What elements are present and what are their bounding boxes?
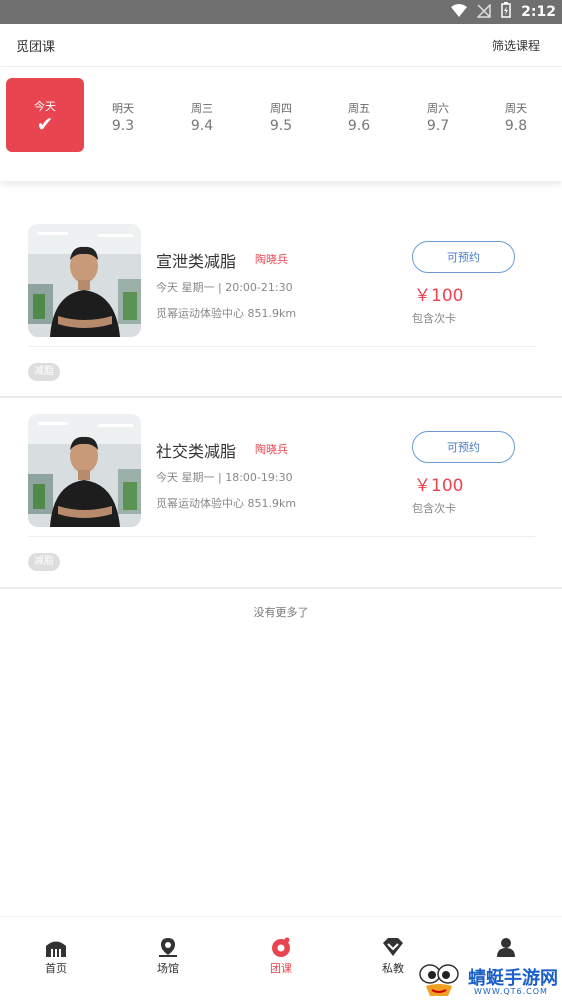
- class-venue: 觅幂运动体验中心 851.9km: [156, 497, 297, 510]
- date-label: 明天: [112, 102, 134, 115]
- date-item[interactable]: 周五 9.6: [320, 78, 398, 152]
- coach-name: 陶晓兵: [255, 443, 288, 456]
- status-bar: 2:12: [0, 0, 562, 24]
- person-icon: [476, 937, 536, 957]
- tab-label: 团课: [270, 962, 292, 975]
- status-time: 2:12: [521, 4, 556, 20]
- tab-venue[interactable]: 场馆: [138, 937, 198, 976]
- date-label: 周五: [348, 102, 370, 115]
- page-title: 觅团课: [16, 39, 56, 55]
- tab-label: 首页: [45, 962, 67, 975]
- page-header: 觅团课 筛选课程: [0, 24, 562, 67]
- class-price: ￥100: [414, 286, 464, 306]
- date-item[interactable]: 周六 9.7: [399, 78, 477, 152]
- no-signal-icon: [476, 2, 491, 22]
- tab-label: 私教: [382, 962, 404, 975]
- date-value: 9.7: [426, 118, 450, 134]
- book-button[interactable]: 可预约: [412, 431, 515, 463]
- date-value: 9.6: [347, 118, 371, 134]
- card-separator: [0, 587, 562, 589]
- date-label: 周四: [270, 102, 292, 115]
- wifi-icon: [451, 3, 468, 22]
- tab-group-class[interactable]: 团课: [251, 937, 311, 976]
- group-class-icon: [251, 937, 311, 957]
- date-item[interactable]: 周三 9.4: [163, 78, 241, 152]
- date-value: 9.5: [269, 118, 293, 134]
- date-item[interactable]: 周天 9.8: [477, 78, 555, 152]
- date-label: 周天: [505, 102, 527, 115]
- book-button[interactable]: 可预约: [412, 241, 515, 273]
- tab-label: 场馆: [157, 962, 179, 975]
- coach-name: 陶晓兵: [255, 253, 288, 266]
- tab-home[interactable]: 首页: [26, 937, 86, 976]
- price-note: 包含次卡: [412, 502, 456, 515]
- date-label: 周三: [191, 102, 213, 115]
- watermark-url: WWW.QT6.COM: [474, 987, 548, 996]
- battery-icon: [501, 2, 511, 22]
- date-item-today[interactable]: 今天 ✔: [6, 78, 84, 152]
- date-selector: 今天 ✔ 明天 9.3 周三 9.4 周四 9.5 周五 9.6 周六 9.7 …: [0, 67, 562, 181]
- class-venue: 觅幂运动体验中心 851.9km: [156, 307, 297, 320]
- dragonfly-logo-icon: [419, 964, 459, 996]
- card-separator: [0, 396, 562, 398]
- class-name: 社交类减脂: [156, 442, 237, 461]
- coach-photo: [28, 224, 141, 337]
- date-label: 周六: [427, 102, 449, 115]
- class-tag: 减脂: [28, 553, 60, 571]
- date-item[interactable]: 明天 9.3: [84, 78, 162, 152]
- no-more-text: 没有更多了: [253, 606, 309, 619]
- date-item[interactable]: 周四 9.5: [242, 78, 320, 152]
- diamond-icon: [363, 937, 423, 957]
- tab-profile[interactable]: [476, 937, 536, 960]
- coach-photo: [28, 414, 141, 527]
- divider: [28, 536, 535, 537]
- checkmark-icon: ✔: [36, 112, 54, 136]
- price-note: 包含次卡: [412, 312, 456, 325]
- home-icon: [26, 937, 86, 957]
- watermark: 蜻蜓手游网 WWW.QT6.COM: [418, 962, 562, 1000]
- tab-private-coach[interactable]: 私教: [363, 937, 423, 976]
- class-time: 今天 星期一 | 18:00-19:30: [156, 471, 293, 484]
- date-value: 9.8: [504, 118, 528, 134]
- class-price: ￥100: [414, 476, 464, 496]
- date-value: 9.4: [190, 118, 214, 134]
- class-name: 宣泄类减脂: [156, 252, 237, 271]
- class-tag: 减脂: [28, 363, 60, 381]
- class-time: 今天 星期一 | 20:00-21:30: [156, 281, 293, 294]
- divider: [28, 346, 535, 347]
- filter-courses-button[interactable]: 筛选课程: [492, 37, 540, 54]
- location-icon: [138, 937, 198, 957]
- date-value: 9.3: [111, 118, 135, 134]
